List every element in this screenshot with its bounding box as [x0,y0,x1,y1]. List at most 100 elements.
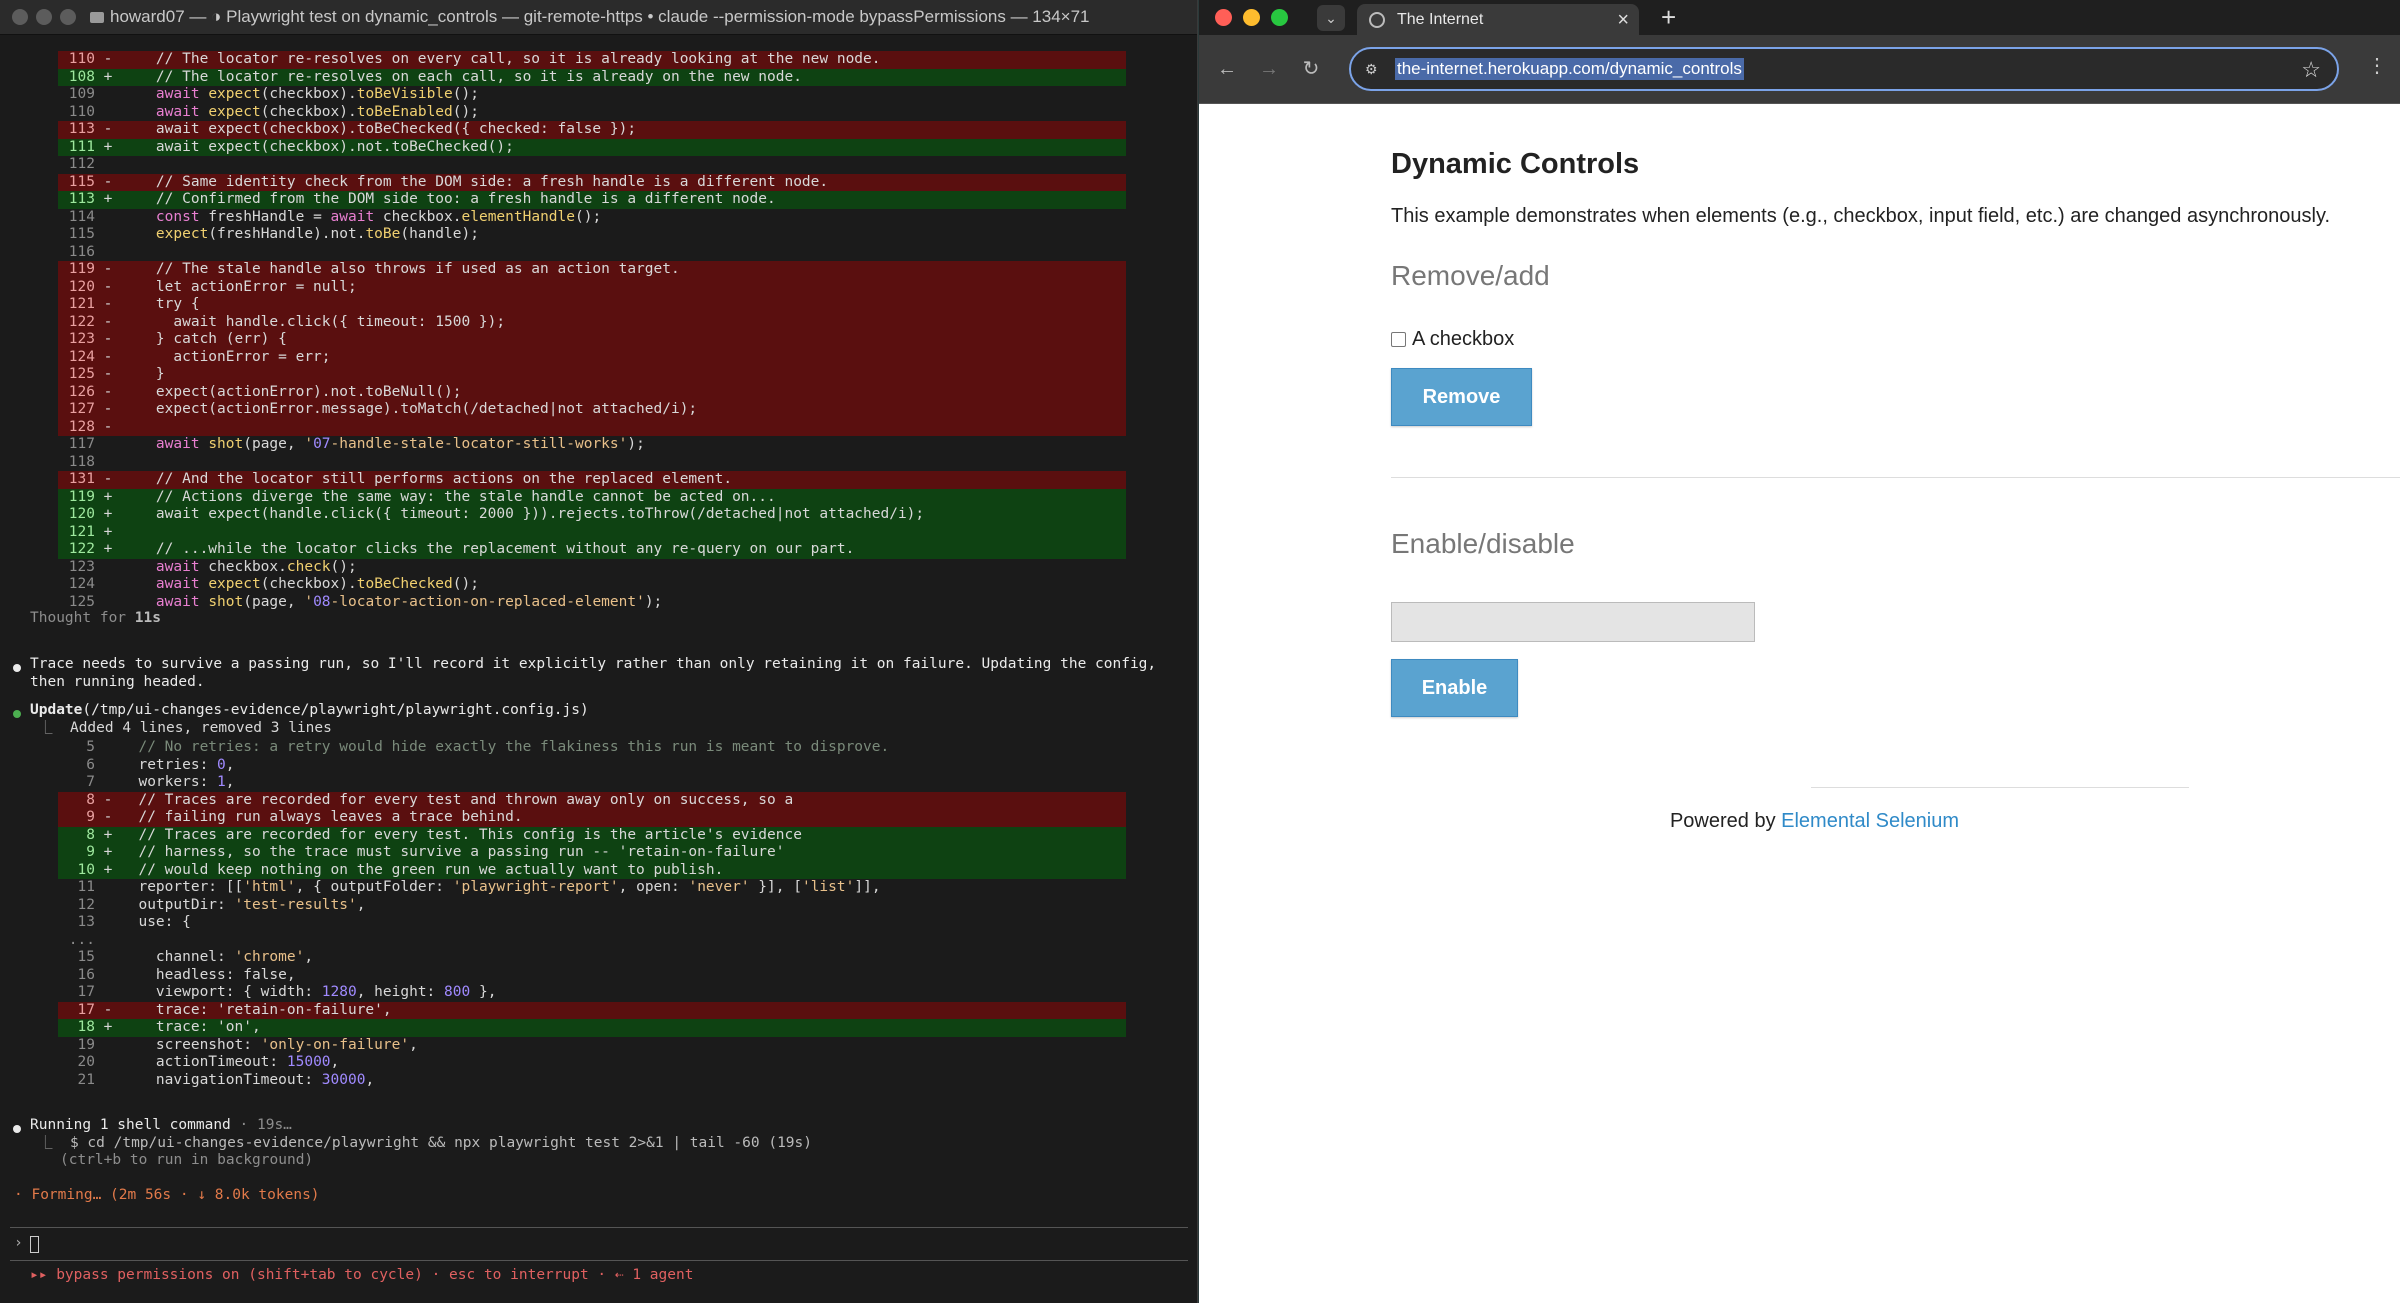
diff-line-number: 8 [86,826,95,843]
diff-context-line: 109 await expect(checkbox).toBeVisible()… [58,86,1126,104]
update-summary: ⎿ Added 4 lines, removed 3 lines [38,719,332,736]
minimize-window-button[interactable] [36,9,52,25]
diff-code: navigationTimeout: 30000, [121,1071,375,1088]
diff-line-number: 5 [86,739,95,755]
diff-line-number: 120 [68,506,95,522]
diff-sign: + [103,506,113,522]
diff-context-line: 118 [58,454,1126,472]
diff-code: // ...while the locator clicks the repla… [121,541,855,557]
diff-line-number: 119 [68,261,95,277]
diff-context-line: 116 [58,244,1126,262]
bookmark-star-icon[interactable]: ☆ [2301,57,2321,83]
diff-added-line: 18 + trace: 'on', [58,1019,1126,1037]
diff-code: outputDir: 'test-results', [121,896,366,913]
diff-removed-line: 125- } [58,366,1126,384]
diff-code: workers: 1, [121,774,235,790]
diff-code: // Actions diverge the same way: the sta… [121,488,776,505]
diff-context-line: 115 expect(freshHandle).not.toBe(handle)… [58,226,1126,244]
diff-line-number: 120 [68,278,95,295]
diff-code: await shot(page, '07-handle-stale-locato… [155,436,645,452]
url-text: the-internet.herokuapp.com/dynamic_contr… [1395,58,1744,80]
zoom-window-button[interactable] [1271,9,1288,26]
a-checkbox[interactable] [1391,332,1406,347]
diff-line-number: 6 [86,756,95,773]
new-tab-icon[interactable]: + [1661,2,1676,33]
diff-context-line: 125 await shot(page, '08-locator-action-… [58,594,1126,612]
diff-removed-line: 122- await handle.click({ timeout: 1500 … [58,313,1126,331]
shell-hint: (ctrl+b to run in background) [60,1152,314,1168]
site-info-icon[interactable]: ⚙ [1365,61,1378,78]
diff-line-number: 121 [68,523,95,540]
tab-search-chevron-icon[interactable]: ⌄ [1317,5,1345,31]
diff-line-number: 18 [77,1019,95,1035]
diff-line-number: 125 [68,366,95,382]
diff-context-line: 16 headless: false, [58,967,1126,985]
diff-sign: + [103,523,113,540]
prompt-input[interactable]: › [10,1227,1188,1261]
remove-button[interactable]: Remove [1391,368,1532,426]
diff-added-line: 120 + await expect(handle.click({ timeout… [58,506,1126,524]
diff-sign: - [103,121,113,137]
diff-sign: - [103,809,113,825]
diff-sign: - [103,791,113,808]
checkbox-row: A checkbox [1391,328,1514,351]
diff-line-number: 12 [77,896,95,913]
reload-icon[interactable]: ↻ [1297,55,1325,83]
diff-code: reporter: [['html', { outputFolder: 'pla… [121,879,881,895]
update-tool-call: Update(/tmp/ui-changes-evidence/playwrig… [30,702,589,718]
diff-code: expect(actionError).not.toBeNull(); [121,383,462,400]
remove-add-heading: Remove/add [1391,260,1550,291]
checkbox-label: A checkbox [1412,328,1515,350]
diff-code: await expect(checkbox).not.toBeChecked()… [121,138,514,155]
diff-code: // failing run always leaves a trace beh… [121,809,523,825]
diff-code: await expect(handle.click({ timeout: 200… [121,506,925,522]
diff-line-number: 114 [68,208,95,225]
diff-removed-line: 110- // The locator re-resolves on every… [58,51,1126,69]
tab-the-internet[interactable]: The Internet × [1357,4,1639,35]
diff-line-number: 113 [68,121,95,137]
terminal-output[interactable]: 110- // The locator re-resolves on every… [0,35,1198,1303]
diff-removed-line: 124- actionError = err; [58,348,1126,366]
diff-sign: + [103,488,113,505]
diff-code: await handle.click({ timeout: 1500 }); [121,313,506,330]
diff-code: // Traces are recorded for every test an… [121,791,794,808]
diff-line-number: ... [68,931,95,948]
diff-code: // harness, so the trace must survive a … [121,844,785,860]
close-tab-icon[interactable]: × [1617,9,1629,32]
diff-code: await expect(checkbox).toBeChecked(); [155,576,479,592]
diff-line-number: 7 [86,774,95,790]
cursor-icon [30,1236,39,1253]
assistant-message-cont: then running headed. [30,673,205,690]
diff-added-line: 9 + // harness, so the trace must survive… [58,844,1126,862]
diff-line-number: 17 [77,1001,95,1018]
shell-command: ⎿ $ cd /tmp/ui-changes-evidence/playwrig… [38,1134,812,1151]
zoom-window-button[interactable] [60,9,76,25]
forming-status: · Forming… (2m 56s · ↓ 8.0k tokens) [14,1187,320,1203]
minimize-window-button[interactable] [1243,9,1260,26]
address-bar[interactable]: ⚙ the-internet.herokuapp.com/dynamic_con… [1349,47,2339,91]
diff-context-line: 114 const freshHandle = await checkbox.e… [58,209,1126,227]
enable-disable-heading: Enable/disable [1391,528,1575,559]
diff-context-line: 5 // No retries: a retry would hide exac… [58,739,1126,757]
diff-line-number: 116 [68,243,95,260]
text-input-disabled[interactable] [1391,602,1755,642]
back-icon[interactable]: ← [1213,55,1241,83]
diff-code: // would keep nothing on the green run w… [121,861,724,878]
close-window-button[interactable] [1215,9,1232,26]
diff-context-line: 19 screenshot: 'only-on-failure', [58,1037,1126,1055]
diff-context-line: 112 [58,156,1126,174]
elemental-selenium-link[interactable]: Elemental Selenium [1781,810,1959,832]
diff-code: await expect(checkbox).toBeEnabled(); [155,103,479,120]
diff-removed-line: 115- // Same identity check from the DOM… [58,173,1126,191]
diff-line-number: 128 [68,418,95,435]
diff-sign: - [103,348,113,365]
tab-title: The Internet [1397,10,1484,28]
diff-line-number: 126 [68,383,95,400]
close-window-button[interactable] [12,9,28,25]
menu-kebab-icon[interactable]: ⋮ [2367,53,2387,78]
diff-code: expect(freshHandle).not.toBe(handle); [155,226,479,242]
enable-button[interactable]: Enable [1391,659,1518,717]
diff-line-number: 131 [68,471,95,487]
forward-icon[interactable]: → [1255,55,1283,83]
thought-status: Thought for 11s [30,610,161,626]
